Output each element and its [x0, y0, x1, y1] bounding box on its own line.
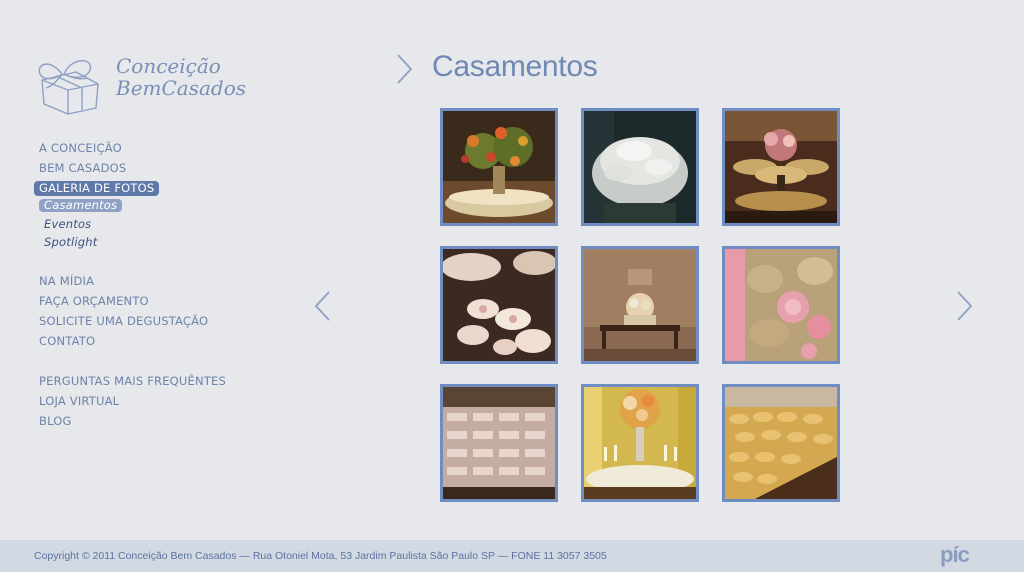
gallery-thumbnail-1[interactable] [440, 108, 558, 226]
submenu-item-spotlight[interactable]: Spotlight [39, 233, 226, 251]
submenu-item-eventos[interactable]: Eventos [39, 215, 226, 233]
chevron-right-icon [397, 54, 413, 84]
golden-sweets-table-image [725, 387, 837, 499]
submenu-item-casamentos[interactable]: Casamentos [39, 199, 123, 212]
gallery-submenu: Casamentos Eventos Spotlight [34, 198, 226, 251]
gallery-thumbnail-5[interactable] [581, 246, 699, 364]
rows-of-sweets-image [443, 387, 555, 499]
logo-line2: BemCasados [116, 76, 247, 100]
gallery-thumbnail-8[interactable] [581, 384, 699, 502]
flower-arrangement-image [443, 111, 555, 223]
pink-bows-image [443, 249, 555, 361]
footer: Copyright © 2011 Conceição Bem Casados —… [0, 540, 1024, 572]
menu-item-faca-orcamento[interactable]: FAÇA ORÇAMENTO [34, 291, 226, 311]
menu-item-loja-virtual[interactable]: LOJA VIRTUAL [34, 391, 226, 411]
menu-spacer [34, 251, 226, 271]
menu-item-na-midia[interactable]: NA MÍDIA [34, 271, 226, 291]
gallery-thumbnail-9[interactable] [722, 384, 840, 502]
menu-item-contato[interactable]: CONTATO [34, 331, 226, 351]
footer-brand-logo[interactable]: píc [940, 542, 970, 568]
white-wrapped-sweets-image [584, 111, 696, 223]
menu-item-galeria-de-fotos[interactable]: GALERIA DE FOTOS [34, 181, 160, 196]
menu-item-solicite-degustacao[interactable]: SOLICITE UMA DEGUSTAÇÃO [34, 311, 226, 331]
gallery-thumbnail-4[interactable] [440, 246, 558, 364]
room-table-image [584, 249, 696, 361]
logo-wordmark: Conceição BemCasados [116, 56, 246, 98]
gallery-thumbnail-2[interactable] [581, 108, 699, 226]
pink-roses-image [725, 249, 837, 361]
next-page-arrow-icon[interactable] [955, 290, 975, 322]
menu-item-blog[interactable]: BLOG [34, 411, 226, 431]
photo-gallery [440, 108, 840, 502]
gallery-thumbnail-6[interactable] [722, 246, 840, 364]
page-title: Casamentos [432, 50, 598, 83]
previous-page-arrow-icon[interactable] [312, 290, 332, 322]
menu-spacer [34, 351, 226, 371]
gift-box-logo-icon [38, 60, 99, 115]
gallery-thumbnail-3[interactable] [722, 108, 840, 226]
logo[interactable]: Conceição BemCasados [32, 50, 246, 120]
footer-copyright: Copyright © 2011 Conceição Bem Casados —… [34, 550, 607, 562]
logo-line1: Conceição [116, 54, 221, 78]
menu-item-bem-casados[interactable]: BEM CASADOS [34, 158, 226, 178]
gallery-thumbnail-7[interactable] [440, 384, 558, 502]
menu-item-perguntas-frequentes[interactable]: PERGUNTAS MAIS FREQUÊNTES [34, 371, 226, 391]
menu-item-a-conceicao[interactable]: A CONCEIÇÃO [34, 138, 226, 158]
centerpiece-candles-image [584, 387, 696, 499]
tiered-display-image [725, 111, 837, 223]
main-menu: A CONCEIÇÃO BEM CASADOS GALERIA DE FOTOS… [34, 138, 226, 431]
